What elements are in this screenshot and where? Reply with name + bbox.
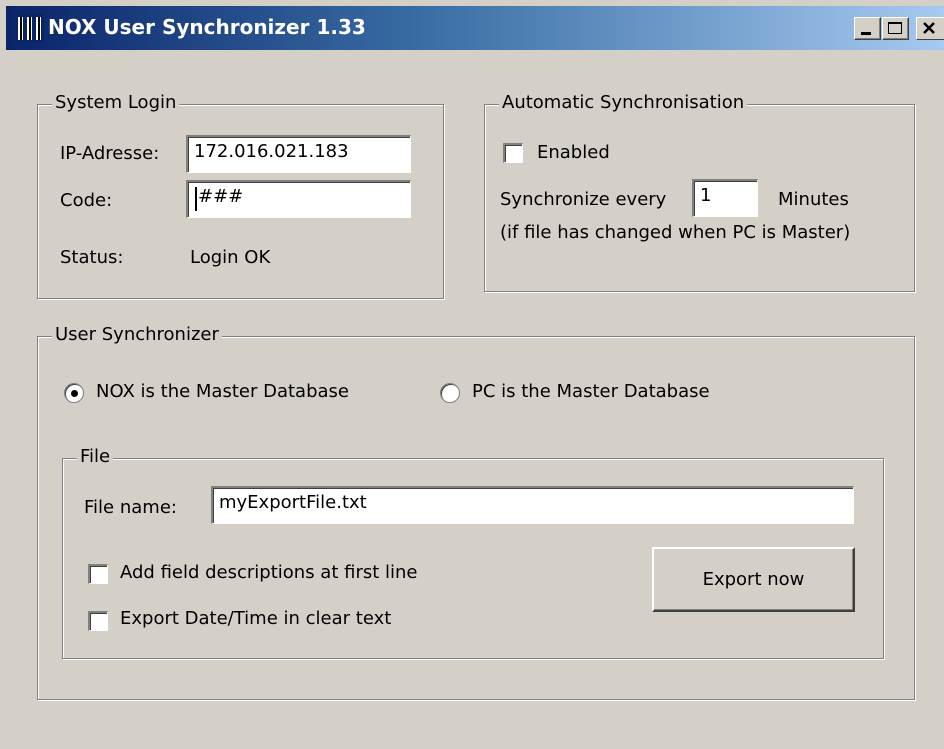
- system-login-legend: System Login: [52, 92, 180, 113]
- export-now-button[interactable]: Export now: [652, 547, 855, 612]
- enabled-label: Enabled: [537, 142, 610, 163]
- pc-master-radio[interactable]: [440, 383, 460, 403]
- status-value: Login OK: [190, 247, 271, 268]
- clear-text-datetime-checkbox[interactable]: [88, 611, 108, 631]
- ip-address-input[interactable]: 172.016.021.183: [186, 135, 411, 173]
- close-icon: [923, 22, 935, 34]
- app-window: NOX User Synchronizer 1.33 System Login …: [0, 0, 944, 749]
- nox-app-icon: [16, 14, 44, 42]
- clear-text-datetime-label[interactable]: Export Date/Time in clear text: [120, 608, 391, 629]
- minimize-icon: [861, 32, 871, 35]
- code-label: Code:: [60, 190, 113, 211]
- status-label: Status:: [60, 247, 124, 268]
- title-bar[interactable]: NOX User Synchronizer 1.33: [6, 6, 944, 50]
- minimize-button[interactable]: [854, 17, 881, 40]
- sync-interval-input[interactable]: 1: [692, 179, 758, 217]
- enabled-checkbox[interactable]: [503, 143, 523, 163]
- text-cursor: [195, 187, 197, 211]
- auto-sync-legend: Automatic Synchronisation: [499, 92, 748, 113]
- window-title: NOX User Synchronizer 1.33: [48, 15, 366, 39]
- pc-master-label[interactable]: PC is the Master Database: [472, 381, 710, 402]
- code-input[interactable]: ###: [186, 180, 411, 218]
- field-descriptions-label[interactable]: Add field descriptions at first line: [120, 562, 418, 583]
- close-button[interactable]: [916, 17, 944, 40]
- user-synchronizer-legend: User Synchronizer: [52, 324, 222, 345]
- file-legend: File: [77, 446, 114, 467]
- maximize-icon: [888, 22, 902, 34]
- sync-every-label: Synchronize every: [500, 189, 667, 210]
- sync-note: (if file has changed when PC is Master): [500, 222, 851, 243]
- radio-selected-dot: [71, 390, 78, 397]
- field-descriptions-checkbox[interactable]: [88, 564, 108, 584]
- file-name-label: File name:: [84, 497, 177, 518]
- ip-address-label: IP-Adresse:: [60, 143, 160, 164]
- file-name-input[interactable]: myExportFile.txt: [211, 486, 854, 524]
- nox-master-radio[interactable]: [64, 383, 84, 403]
- minutes-label: Minutes: [778, 189, 849, 210]
- nox-master-label[interactable]: NOX is the Master Database: [96, 381, 349, 402]
- maximize-button[interactable]: [882, 17, 909, 40]
